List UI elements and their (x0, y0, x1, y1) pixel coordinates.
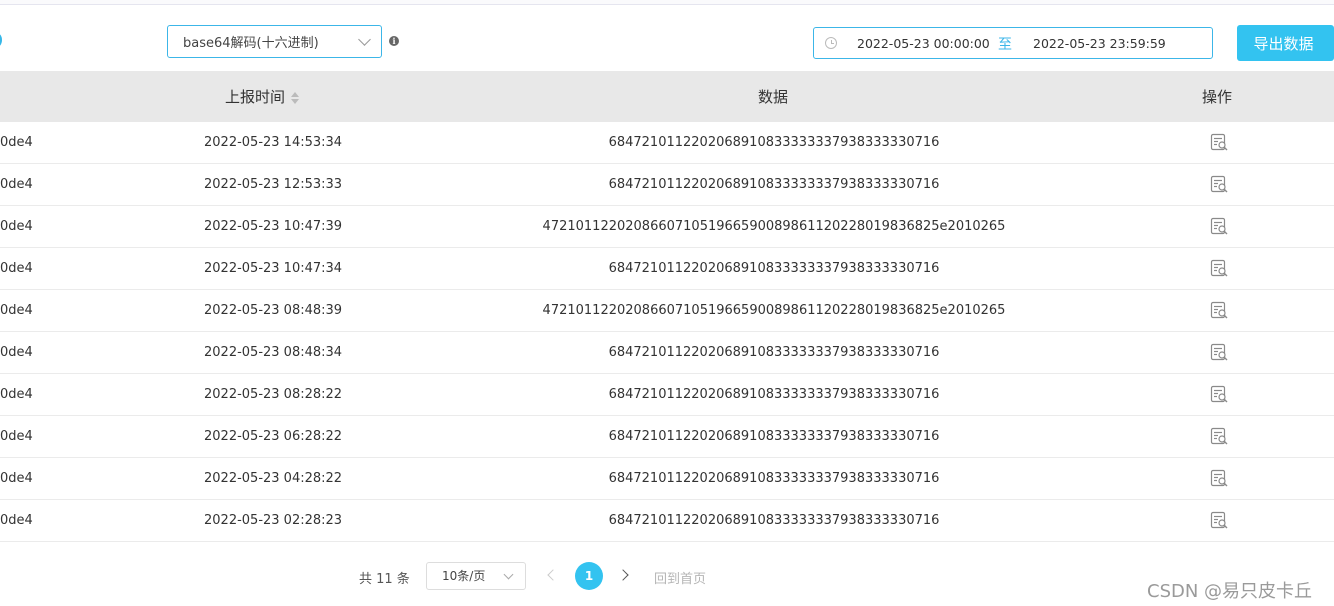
table-row: 0de4 2022-05-23 14:53:34 68472101122020689… (0, 122, 1334, 164)
table-row: 0de4 2022-05-23 12:53:33 68472101122020689… (0, 164, 1334, 206)
view-detail-icon[interactable] (1209, 258, 1229, 278)
date-separator: 至 (998, 37, 1012, 53)
cell-id: 0de4 (0, 135, 33, 150)
date-start-input[interactable]: 2022-05-23 00:00:00 (857, 36, 990, 51)
column-header-operation: 操作 (1202, 88, 1233, 106)
table-row: 0de4 2022-05-23 08:48:34 68472101122020689… (0, 332, 1334, 374)
cell-id: 0de4 (0, 261, 33, 276)
view-detail-icon[interactable] (1209, 510, 1229, 530)
cell-time: 2022-05-23 06:28:22 (204, 429, 343, 444)
view-detail-icon[interactable] (1209, 174, 1229, 194)
table-header: 上报时间 数据 操作 (0, 71, 1334, 122)
cell-time: 2022-05-23 14:53:34 (204, 135, 343, 150)
cell-data: 4721011220208660710519665900898611202280… (542, 219, 1006, 234)
top-strip (0, 0, 1334, 5)
prev-page-icon[interactable] (547, 569, 559, 581)
info-icon[interactable]: i (389, 36, 399, 46)
table-row: 0de4 2022-05-23 06:28:22 68472101122020689… (0, 416, 1334, 458)
date-end-input[interactable]: 2022-05-23 23:59:59 (1033, 36, 1166, 51)
cell-time: 2022-05-23 08:28:22 (204, 387, 343, 402)
page-size-value: 10条/页 (442, 569, 486, 583)
view-detail-icon[interactable] (1209, 468, 1229, 488)
cell-data: 6847210112202068910833333337938333330716 (608, 261, 940, 276)
cell-id: 0de4 (0, 219, 33, 234)
page-current[interactable]: 1 (575, 562, 603, 590)
cell-data: 6847210112202068910833333337938333330716 (608, 387, 940, 402)
date-range-picker[interactable]: 2022-05-23 00:00:00 至 2022-05-23 23:59:5… (813, 27, 1213, 59)
cell-data: 6847210112202068910833333337938333330716 (608, 471, 940, 486)
column-header-data: 数据 (758, 88, 789, 106)
watermark: CSDN @易只皮卡丘 (1147, 581, 1313, 602)
decode-select-value: base64解码(十六进制) (183, 36, 319, 51)
table-row: 0de4 2022-05-23 08:28:22 68472101122020689… (0, 374, 1334, 416)
cell-time: 2022-05-23 02:28:23 (204, 513, 343, 528)
next-page-icon[interactable] (617, 569, 629, 581)
radio-icon[interactable] (0, 33, 2, 47)
sort-icon[interactable] (291, 91, 300, 104)
pagination: 共 11 条 10条/页 1 回到首页 (0, 562, 1334, 590)
decode-select[interactable]: base64解码(十六进制) (167, 25, 382, 58)
view-detail-icon[interactable] (1209, 300, 1229, 320)
page-size-select[interactable]: 10条/页 (426, 562, 526, 590)
cell-id: 0de4 (0, 345, 33, 360)
view-detail-icon[interactable] (1209, 216, 1229, 236)
cell-id: 0de4 (0, 387, 33, 402)
cell-data: 4721011220208660710519665900898611202280… (542, 303, 1006, 318)
view-detail-icon[interactable] (1209, 342, 1229, 362)
cell-id: 0de4 (0, 429, 33, 444)
view-detail-icon[interactable] (1209, 132, 1229, 152)
cell-time: 2022-05-23 08:48:39 (204, 303, 343, 318)
chevron-down-icon (503, 569, 514, 580)
cell-time: 2022-05-23 04:28:22 (204, 471, 343, 486)
cell-time: 2022-05-23 12:53:33 (204, 177, 343, 192)
table-row: 0de4 2022-05-23 04:28:22 68472101122020689… (0, 458, 1334, 500)
clock-icon (825, 37, 837, 49)
cell-id: 0de4 (0, 471, 33, 486)
cell-data: 6847210112202068910833333337938333330716 (608, 135, 940, 150)
column-header-time[interactable]: 上报时间 (225, 86, 300, 107)
cell-time: 2022-05-23 10:47:34 (204, 261, 343, 276)
cell-data: 6847210112202068910833333337938333330716 (608, 513, 940, 528)
view-detail-icon[interactable] (1209, 426, 1229, 446)
table-row: 0de4 2022-05-23 10:47:34 68472101122020689… (0, 248, 1334, 290)
chevron-down-icon (358, 33, 371, 46)
export-button[interactable]: 导出数据 (1237, 25, 1334, 61)
table-row: 0de4 2022-05-23 08:48:39 47210112202086607… (0, 290, 1334, 332)
table-body: 0de4 2022-05-23 14:53:34 68472101122020689… (0, 122, 1334, 542)
table-row: 0de4 2022-05-23 02:28:23 68472101122020689… (0, 500, 1334, 542)
cell-time: 2022-05-23 08:48:34 (204, 345, 343, 360)
cell-data: 6847210112202068910833333337938333330716 (608, 177, 940, 192)
pagination-total: 共 11 条 (359, 572, 410, 587)
view-detail-icon[interactable] (1209, 384, 1229, 404)
cell-id: 0de4 (0, 177, 33, 192)
table-row: 0de4 2022-05-23 10:47:39 47210112202086607… (0, 206, 1334, 248)
cell-data: 6847210112202068910833333337938333330716 (608, 429, 940, 444)
cell-time: 2022-05-23 10:47:39 (204, 219, 343, 234)
cell-id: 0de4 (0, 303, 33, 318)
cell-data: 6847210112202068910833333337938333330716 (608, 345, 940, 360)
home-link[interactable]: 回到首页 (654, 568, 706, 587)
cell-id: 0de4 (0, 513, 33, 528)
column-header-time-label: 上报时间 (225, 88, 286, 106)
